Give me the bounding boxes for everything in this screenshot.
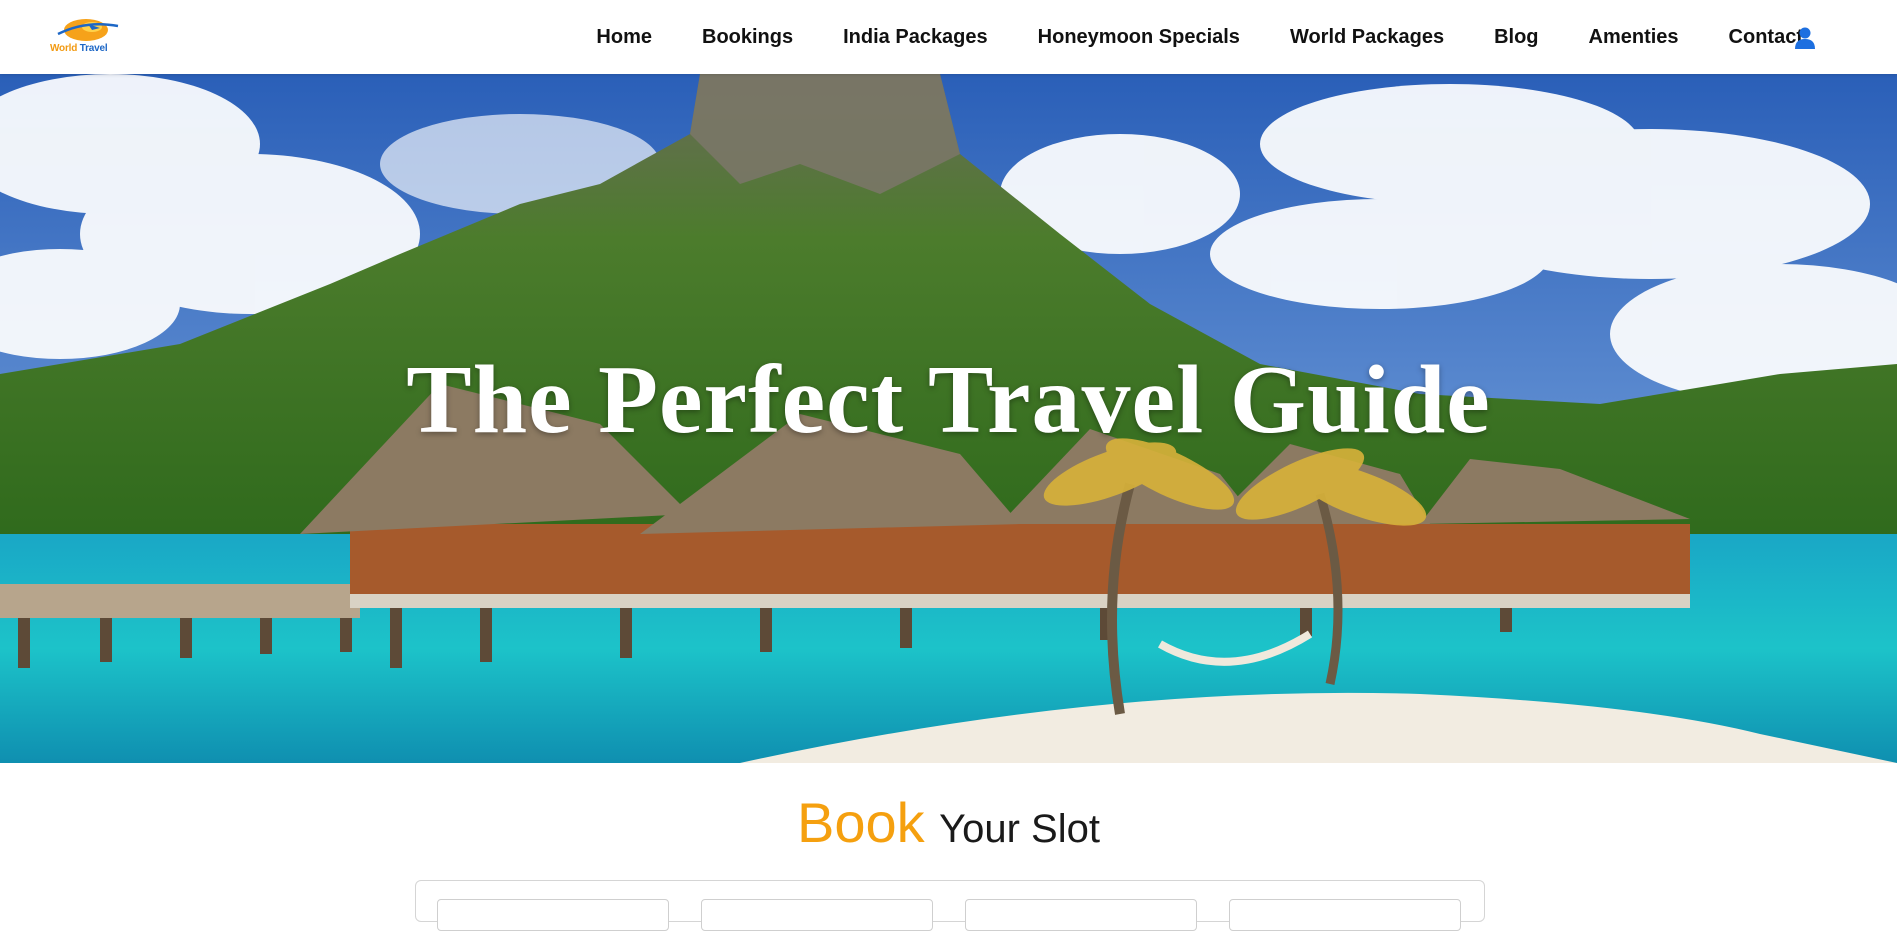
nav-link-honeymoon-specials[interactable]: Honeymoon Specials xyxy=(1038,26,1240,49)
hero-title: The Perfect Travel Guide xyxy=(406,346,1491,454)
book-heading-rest: Your Slot xyxy=(939,807,1100,851)
nav-link-home[interactable]: Home xyxy=(596,26,652,49)
world-travel-logo[interactable]: World Travel xyxy=(48,16,124,56)
booking-field-1[interactable] xyxy=(437,899,669,931)
nav-link-blog[interactable]: Blog xyxy=(1494,26,1538,49)
logo-text: World Travel xyxy=(50,43,108,54)
logo-text-part-2: Travel xyxy=(79,43,108,54)
logo-text-part-1: World xyxy=(50,43,78,54)
booking-form-card xyxy=(415,880,1485,931)
hero-banner: The Perfect Travel Guide xyxy=(0,74,1897,763)
user-icon[interactable] xyxy=(1795,27,1815,49)
nav-link-amenties[interactable]: Amenties xyxy=(1589,26,1679,49)
booking-field-4[interactable] xyxy=(1229,899,1461,931)
book-heading-accent: Book xyxy=(797,791,925,854)
nav-link-india-packages[interactable]: India Packages xyxy=(843,26,988,49)
booking-field-2[interactable] xyxy=(701,899,933,931)
book-slot-heading: Book Your Slot xyxy=(0,790,1897,855)
booking-field-3[interactable] xyxy=(965,899,1197,931)
nav-links: Home Bookings India Packages Honeymoon S… xyxy=(546,0,1803,74)
nav-link-contact[interactable]: Contact xyxy=(1729,26,1803,49)
nav-link-world-packages[interactable]: World Packages xyxy=(1290,26,1444,49)
top-navbar: World Travel Home Bookings India Package… xyxy=(0,0,1897,74)
nav-link-bookings[interactable]: Bookings xyxy=(702,26,793,49)
